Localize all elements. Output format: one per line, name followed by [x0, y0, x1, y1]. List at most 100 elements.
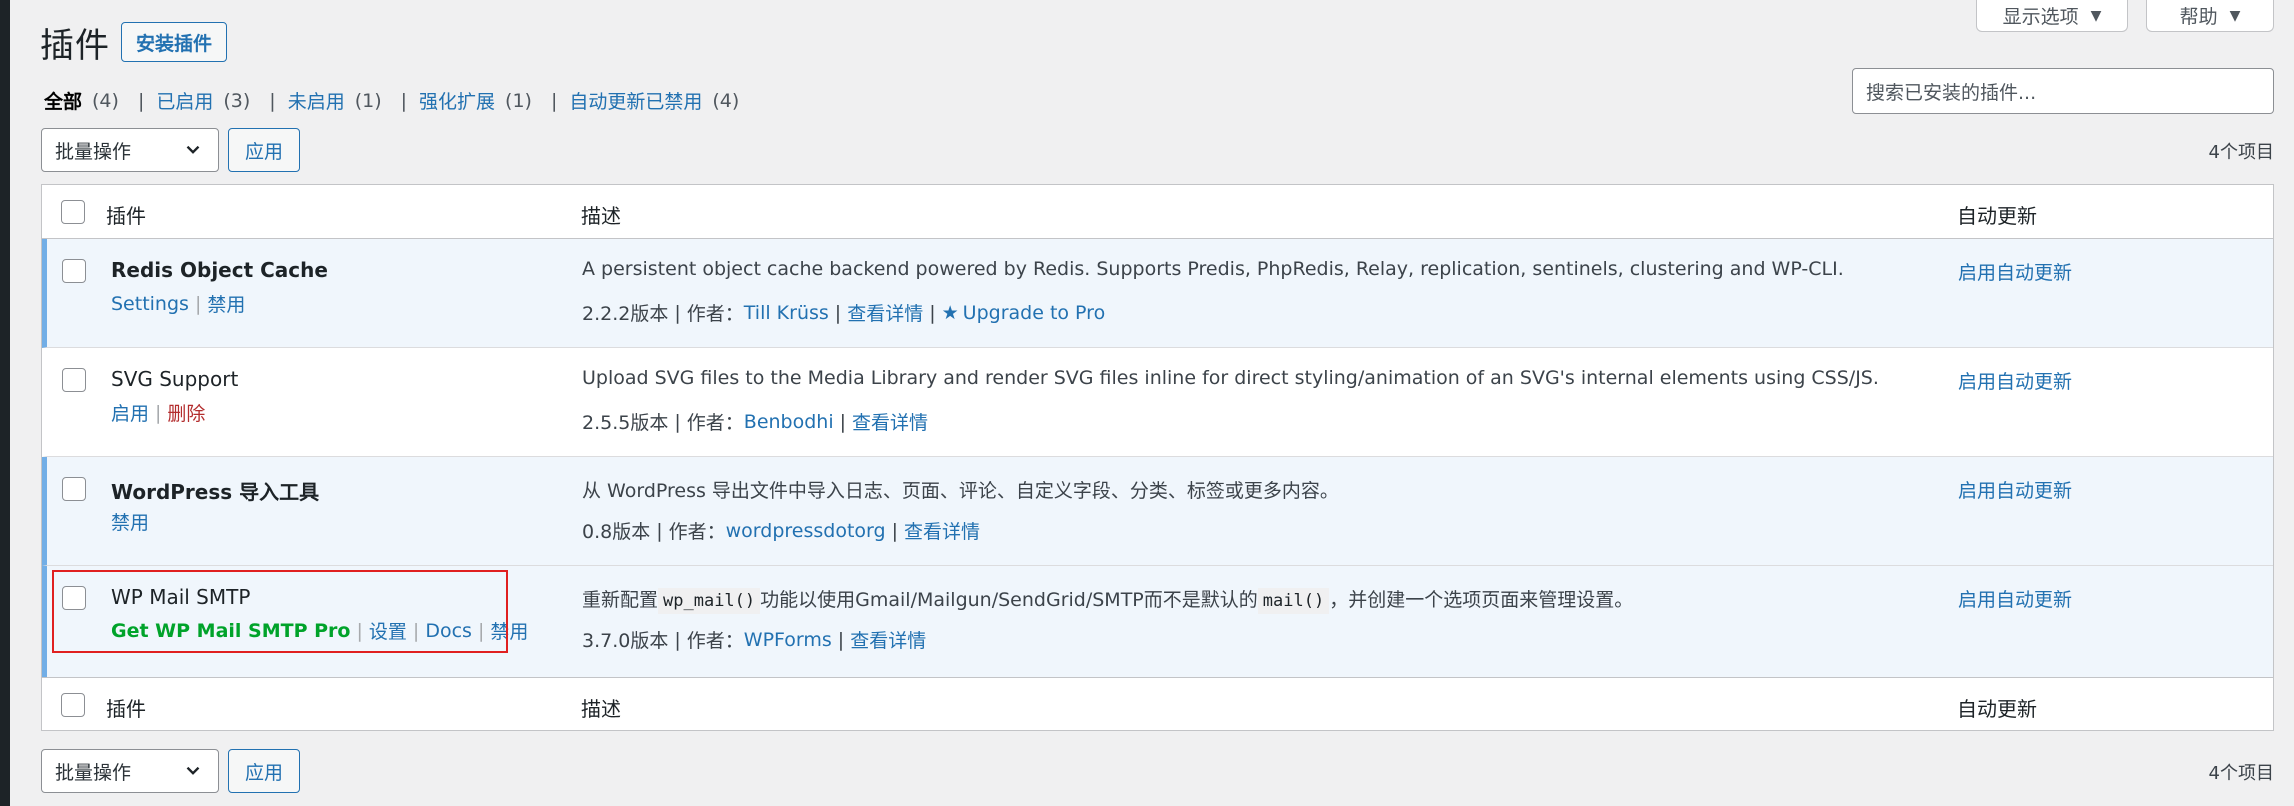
select-all-checkbox[interactable]: [61, 200, 85, 224]
plugin-name: SVG Support: [111, 367, 239, 391]
filter-label[interactable]: 全部: [44, 87, 82, 114]
row-checkbox[interactable]: [62, 586, 86, 610]
search-placeholder: 搜索已安装的插件...: [1866, 81, 2037, 104]
column-auto-updates: 自动更新: [1957, 204, 2037, 228]
row-actions: Get WP Mail SMTP Pro | 设置 | Docs | 禁用: [111, 617, 528, 644]
filter-count: (3): [223, 89, 251, 112]
filter-auto-update-disabled[interactable]: 自动更新已禁用 (4): [569, 87, 739, 114]
view-details-link[interactable]: 查看详情: [847, 299, 923, 326]
plugin-name: WordPress 导入工具: [111, 480, 320, 504]
plugin-meta: 0.8版本 | 作者： wordpressdotorg | 查看详情: [582, 517, 980, 544]
filter-inactive[interactable]: 未启用 (1): [288, 87, 382, 114]
plugin-description: A persistent object cache backend powere…: [582, 258, 1844, 280]
plugin-description: Upload SVG files to the Media Library an…: [582, 367, 1879, 389]
row-actions: 禁用: [111, 508, 149, 535]
row-actions: 启用 | 删除: [111, 399, 205, 426]
separator: |: [269, 89, 276, 112]
filter-count: (4): [92, 89, 119, 112]
author-prefix: 作者：: [668, 521, 726, 543]
filter-count: (1): [505, 89, 532, 112]
plugin-version: 3.7.0版本: [582, 630, 669, 652]
row-checkbox[interactable]: [62, 259, 86, 283]
column-plugin[interactable]: 插件: [106, 200, 146, 229]
help-label: 帮助: [2179, 6, 2218, 28]
separator: |: [550, 89, 558, 112]
delete-link[interactable]: 删除: [167, 399, 205, 426]
filter-label[interactable]: 强化扩展: [419, 87, 495, 114]
filter-count: (1): [354, 89, 382, 112]
caret-down-icon: ▼: [2229, 7, 2241, 24]
add-new-plugin-button[interactable]: 安装插件: [121, 22, 227, 62]
filter-active[interactable]: 已启用 (3): [156, 87, 250, 114]
plugin-name: Redis Object Cache: [111, 258, 328, 282]
bulk-actions-label: 批量操作: [55, 140, 132, 163]
enable-auto-update-link[interactable]: 启用自动更新: [1958, 585, 2072, 612]
column-plugin[interactable]: 插件: [106, 693, 146, 722]
filter-label[interactable]: 自动更新已禁用: [569, 87, 702, 114]
author-link[interactable]: Till Krüss: [744, 302, 829, 324]
tablenav-bottom: 批量操作 应用 4个项目: [41, 749, 2274, 793]
code-wp-mail: wp_mail(): [658, 588, 761, 614]
select-all-checkbox[interactable]: [61, 693, 85, 717]
view-details-link[interactable]: 查看详情: [904, 517, 980, 544]
author-link[interactable]: Benbodhi: [744, 411, 834, 433]
view-details-link[interactable]: 查看详情: [850, 626, 926, 653]
items-count: 4个项目: [2208, 142, 2274, 163]
bulk-actions-select[interactable]: 批量操作: [41, 749, 219, 793]
settings-link[interactable]: 设置: [369, 617, 407, 644]
screen-options-label: 显示选项: [2002, 6, 2079, 28]
enable-auto-update-link[interactable]: 启用自动更新: [1958, 367, 2072, 394]
apply-button[interactable]: 应用: [228, 749, 300, 793]
plugins-table: 插件 描述 自动更新 Redis Object Cache Settings |…: [41, 184, 2274, 731]
help-tab[interactable]: 帮助 ▼: [2146, 0, 2274, 32]
author-prefix: 作者：: [686, 630, 744, 652]
plugin-version: 2.2.2版本: [582, 303, 669, 325]
code-mail: mail(): [1257, 588, 1330, 614]
table-row: SVG Support 启用 | 删除 Upload SVG files to …: [42, 348, 2273, 457]
view-details-link[interactable]: 查看详情: [852, 408, 928, 435]
row-checkbox[interactable]: [62, 368, 86, 392]
docs-link[interactable]: Docs: [425, 620, 472, 642]
bulk-actions-select[interactable]: 批量操作: [41, 128, 219, 172]
table-row: WP Mail SMTP Get WP Mail SMTP Pro | 设置 |…: [42, 566, 2273, 677]
plugin-description: 重新配置 wp_mail() 功能以使用Gmail/Mailgun/SendGrid…: [582, 585, 1633, 614]
enable-auto-update-link[interactable]: 启用自动更新: [1958, 258, 2072, 285]
search-plugins-input[interactable]: 搜索已安装的插件...: [1852, 68, 2274, 114]
plugin-meta: 2.2.2版本 | 作者： Till Krüss | 查看详情 | ★ Upgr…: [582, 299, 1105, 326]
deactivate-link[interactable]: 禁用: [490, 617, 528, 644]
plugin-description: 从 WordPress 导出文件中导入日志、页面、评论、自定义字段、分类、标签或…: [582, 480, 1339, 502]
filter-label[interactable]: 已启用: [156, 87, 213, 114]
plugin-version: 0.8版本: [582, 521, 651, 543]
settings-link[interactable]: Settings: [111, 293, 189, 315]
row-actions: Settings | 禁用: [111, 290, 245, 317]
deactivate-link[interactable]: 禁用: [111, 508, 149, 535]
filter-label[interactable]: 未启用: [288, 87, 345, 114]
star-icon: ★: [941, 301, 959, 324]
table-header: 插件 描述 自动更新: [42, 185, 2273, 239]
tablenav-top: 批量操作 应用 4个项目: [41, 128, 2274, 172]
author-link[interactable]: wordpressdotorg: [726, 520, 886, 542]
activate-link[interactable]: 启用: [111, 399, 149, 426]
chevron-down-icon: [186, 145, 200, 154]
screen-options-tab[interactable]: 显示选项 ▼: [1976, 0, 2128, 32]
filter-dropins[interactable]: 强化扩展 (1): [419, 87, 532, 114]
status-filters: 全部 (4) | 已启用 (3) | 未启用 (1) | 强化扩展 (1) | …: [44, 87, 739, 114]
separator: |: [137, 89, 145, 112]
get-pro-link[interactable]: Get WP Mail SMTP Pro: [111, 620, 351, 642]
column-description: 描述: [581, 697, 621, 721]
deactivate-link[interactable]: 禁用: [207, 290, 245, 317]
items-count: 4个项目: [2208, 763, 2274, 784]
enable-auto-update-link[interactable]: 启用自动更新: [1958, 476, 2072, 503]
apply-button[interactable]: 应用: [228, 128, 300, 172]
plugin-version: 2.5.5版本: [582, 412, 669, 434]
upgrade-pro-link[interactable]: Upgrade to Pro: [963, 302, 1106, 324]
author-link[interactable]: WPForms: [744, 629, 832, 651]
table-row: Redis Object Cache Settings | 禁用 A persi…: [42, 239, 2273, 348]
row-checkbox[interactable]: [62, 477, 86, 501]
plugin-name: WP Mail SMTP: [111, 585, 251, 609]
screen-meta-links: 显示选项 ▼ 帮助 ▼: [1976, 0, 2274, 32]
table-footer: 插件 描述 自动更新: [42, 677, 2273, 730]
column-auto-updates: 自动更新: [1957, 697, 2037, 721]
chevron-down-icon: [186, 766, 200, 775]
filter-all[interactable]: 全部 (4): [44, 87, 119, 114]
